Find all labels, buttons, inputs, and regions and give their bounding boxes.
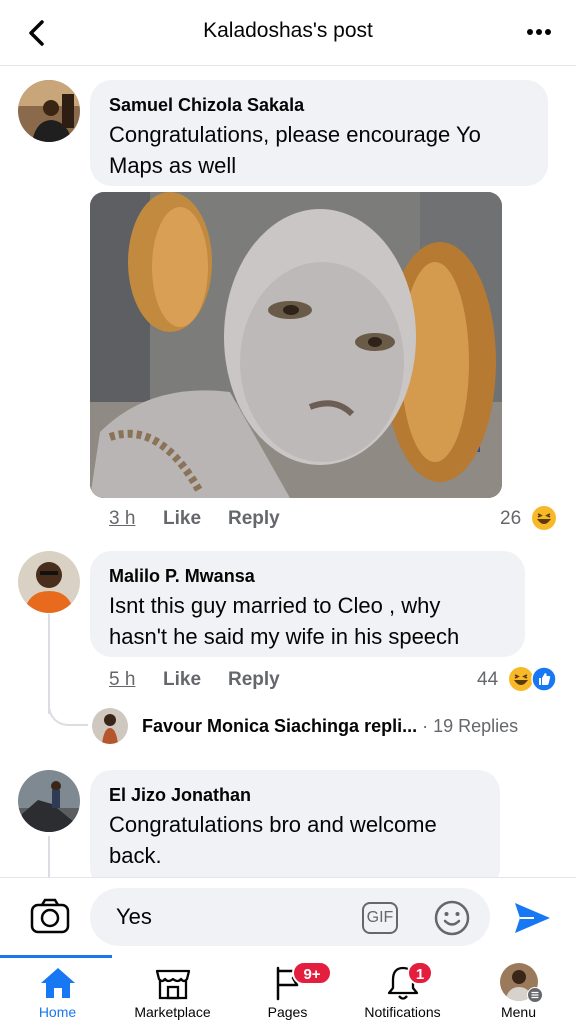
tab-label: Pages xyxy=(267,1004,308,1020)
tab-marketplace[interactable]: Marketplace xyxy=(115,955,230,1024)
gif-button[interactable]: GIF xyxy=(362,902,398,934)
home-icon xyxy=(40,968,75,998)
haha-reaction-icon xyxy=(532,506,556,530)
comment-text: Congratulations, please encourage Yo xyxy=(109,122,481,147)
comment-timestamp[interactable]: 5 h xyxy=(109,669,135,691)
marketplace-icon xyxy=(155,969,190,1000)
comment-timestamp[interactable]: 3 h xyxy=(109,508,135,530)
thread-curve xyxy=(48,700,88,726)
header-bar: Kaladoshas's post xyxy=(0,0,576,66)
reply-author: Favour Monica Siachinga xyxy=(142,716,360,736)
camera-icon[interactable] xyxy=(30,898,70,934)
comment-author[interactable]: Malilo P. Mwansa xyxy=(109,566,255,587)
like-button[interactable]: Like xyxy=(163,508,201,530)
comment-input[interactable]: Yes GIF xyxy=(90,888,490,946)
bottom-tab-bar: Home Marketplace 9+ Pages 1 Notification… xyxy=(0,955,576,1024)
gif-label: GIF xyxy=(366,909,394,926)
tab-label: Menu xyxy=(500,1004,537,1020)
reply-button[interactable]: Reply xyxy=(228,508,280,530)
reply-preview[interactable]: Favour Monica Siachinga repli... · 19 Re… xyxy=(142,716,518,737)
reaction-count[interactable]: 44 xyxy=(477,669,498,691)
tab-home[interactable]: Home xyxy=(0,955,115,1024)
tab-label: Notifications xyxy=(364,1004,441,1020)
menu-list-icon xyxy=(527,987,543,1003)
avatar-photo xyxy=(18,551,80,613)
comment-text: Maps as well xyxy=(109,153,237,178)
avatar[interactable] xyxy=(18,770,80,832)
reply-suffix: repli... xyxy=(364,716,418,736)
tab-pages[interactable]: 9+ Pages xyxy=(230,955,345,1024)
reply-button[interactable]: Reply xyxy=(228,669,280,691)
avatar-photo xyxy=(92,708,128,744)
tab-label: Marketplace xyxy=(134,1004,211,1020)
comment-author[interactable]: Samuel Chizola Sakala xyxy=(109,95,304,116)
comment-text: hasn't he said my wife in his speech xyxy=(109,624,460,649)
send-icon[interactable] xyxy=(512,900,552,936)
like-button[interactable]: Like xyxy=(163,669,201,691)
thread-line xyxy=(48,614,50,714)
avatar[interactable] xyxy=(18,551,80,613)
comment-text: Congratulations bro and welcome xyxy=(109,812,437,837)
reply-count: · 19 Replies xyxy=(422,716,519,736)
avatar-photo xyxy=(18,80,80,142)
avatar[interactable] xyxy=(18,80,80,142)
avatar-photo xyxy=(18,770,80,832)
comment-text: Isnt this guy married to Cleo , why xyxy=(109,593,441,618)
comment-composer: Yes GIF xyxy=(0,877,576,955)
pages-badge: 9+ xyxy=(292,961,332,985)
comment-text: back. xyxy=(109,843,162,868)
comment-author[interactable]: El Jizo Jonathan xyxy=(109,785,251,806)
comment-input-value: Yes xyxy=(116,904,152,929)
reaction-count[interactable]: 26 xyxy=(500,508,521,530)
thread-line xyxy=(48,836,50,880)
tab-menu[interactable]: Menu xyxy=(461,955,576,1024)
page-title: Kaladoshas's post xyxy=(203,19,373,42)
comment-image[interactable] xyxy=(90,192,502,498)
emoji-icon[interactable] xyxy=(434,900,470,936)
avatar[interactable] xyxy=(92,708,128,744)
photo-painted-face xyxy=(90,192,502,498)
tab-notifications[interactable]: 1 Notifications xyxy=(345,955,460,1024)
more-options-icon[interactable] xyxy=(522,18,556,46)
like-reaction-icon xyxy=(531,666,557,692)
notifications-badge: 1 xyxy=(407,961,433,985)
tab-label: Home xyxy=(38,1004,77,1020)
